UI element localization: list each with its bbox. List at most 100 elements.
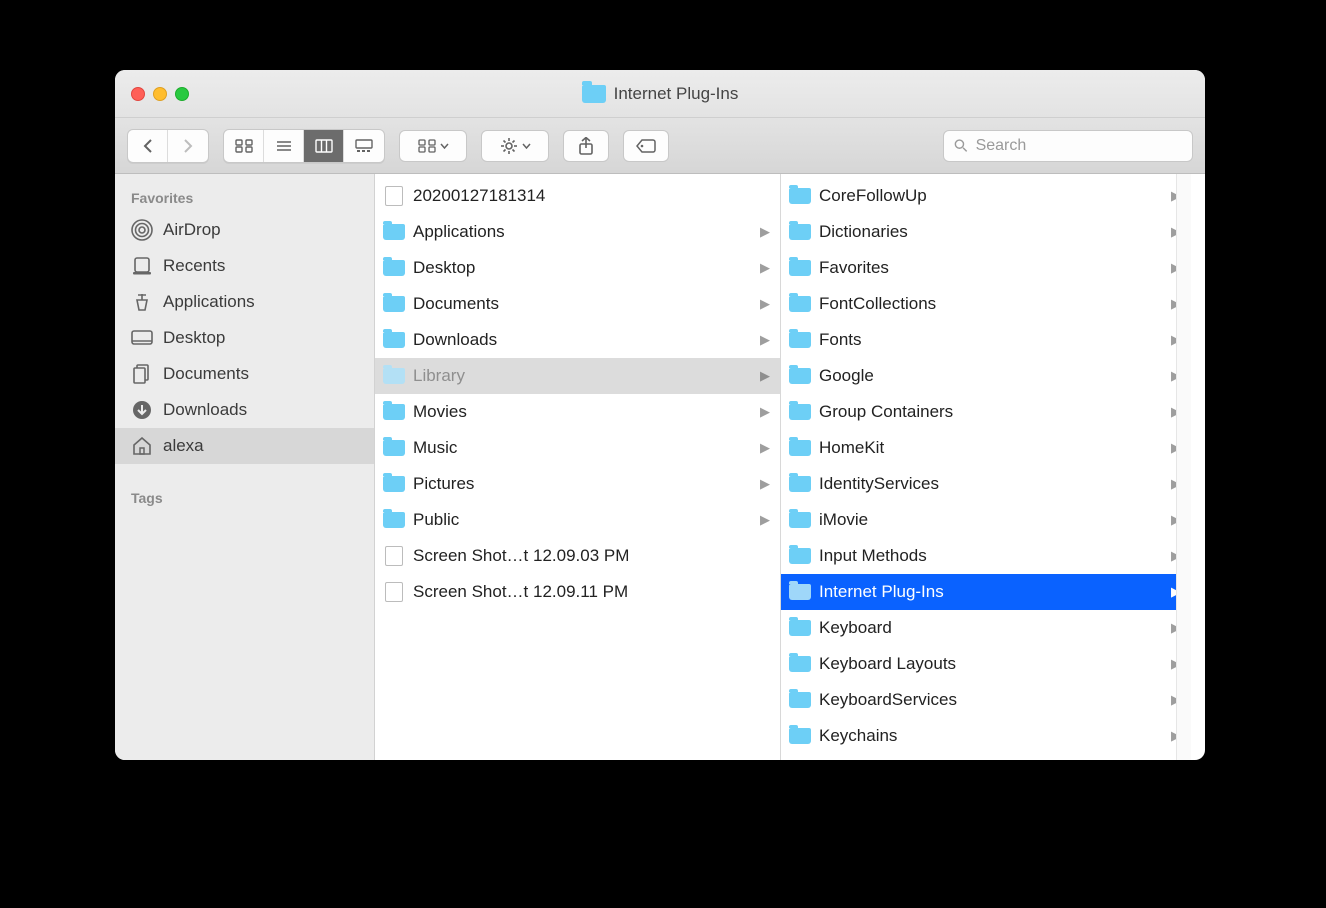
folder-icon: [383, 403, 405, 421]
search-box[interactable]: [943, 130, 1193, 162]
chevron-right-icon: ▶: [760, 368, 770, 384]
row-label: HomeKit: [819, 438, 1163, 458]
column-row[interactable]: FontCollections▶: [781, 286, 1191, 322]
airdrop-icon: [131, 219, 153, 241]
row-label: FontCollections: [819, 294, 1163, 314]
row-label: Desktop: [413, 258, 752, 278]
chevron-right-icon: ▶: [760, 512, 770, 528]
folder-icon: [789, 439, 811, 457]
column-row[interactable]: Group Containers▶: [781, 394, 1191, 430]
tag-icon: [636, 139, 656, 153]
column-0[interactable]: 20200127181314Applications▶Desktop▶Docum…: [375, 174, 781, 760]
minimize-button[interactable]: [153, 87, 167, 101]
file-icon: [383, 187, 405, 205]
row-label: Documents: [413, 294, 752, 314]
folder-icon: [789, 511, 811, 529]
applications-icon: [131, 291, 153, 313]
tags-button[interactable]: [623, 130, 669, 162]
sidebar-item-desktop[interactable]: Desktop: [115, 320, 374, 356]
column-row[interactable]: Fonts▶: [781, 322, 1191, 358]
sidebar-item-applications[interactable]: Applications: [115, 284, 374, 320]
folder-icon: [789, 727, 811, 745]
forward-button[interactable]: [168, 130, 208, 162]
column-row[interactable]: 20200127181314: [375, 178, 780, 214]
view-column-button[interactable]: [304, 130, 344, 162]
column-row[interactable]: Desktop▶: [375, 250, 780, 286]
column-row[interactable]: Favorites▶: [781, 250, 1191, 286]
documents-icon: [131, 363, 153, 385]
row-label: Movies: [413, 402, 752, 422]
column-row[interactable]: IdentityServices▶: [781, 466, 1191, 502]
column-row[interactable]: CoreFollowUp▶: [781, 178, 1191, 214]
folder-icon: [789, 295, 811, 313]
window-title: Internet Plug-Ins: [614, 84, 739, 104]
column-1[interactable]: CoreFollowUp▶Dictionaries▶Favorites▶Font…: [781, 174, 1191, 760]
sidebar-heading-favorites: Favorites: [115, 182, 374, 212]
chevron-right-icon: ▶: [760, 440, 770, 456]
row-label: Keyboard Layouts: [819, 654, 1163, 674]
row-label: Keyboard: [819, 618, 1163, 638]
column-row[interactable]: Input Methods▶: [781, 538, 1191, 574]
sidebar-item-label: AirDrop: [163, 220, 221, 240]
window-body: Favorites AirDrop Recents Applications: [115, 174, 1205, 760]
traffic-lights: [131, 87, 189, 101]
row-label: Dictionaries: [819, 222, 1163, 242]
folder-icon: [383, 295, 405, 313]
search-input[interactable]: [976, 137, 1182, 155]
sidebar-item-recents[interactable]: Recents: [115, 248, 374, 284]
column-row[interactable]: KeyboardServices▶: [781, 682, 1191, 718]
column-row[interactable]: Screen Shot…t 12.09.11 PM: [375, 574, 780, 610]
column-row[interactable]: Downloads▶: [375, 322, 780, 358]
share-icon: [578, 137, 594, 155]
fullscreen-button[interactable]: [175, 87, 189, 101]
sidebar-item-downloads[interactable]: Downloads: [115, 392, 374, 428]
row-label: Applications: [413, 222, 752, 242]
view-icon-button[interactable]: [224, 130, 264, 162]
column-row[interactable]: Internet Plug-Ins▶: [781, 574, 1191, 610]
folder-icon: [789, 187, 811, 205]
folder-icon: [383, 367, 405, 385]
folder-icon: [789, 475, 811, 493]
row-label: Screen Shot…t 12.09.03 PM: [413, 546, 770, 566]
column-row[interactable]: Screen Shot…t 12.09.03 PM: [375, 538, 780, 574]
sidebar-item-documents[interactable]: Documents: [115, 356, 374, 392]
sidebar-item-label: Recents: [163, 256, 225, 276]
column-row[interactable]: HomeKit▶: [781, 430, 1191, 466]
column-row[interactable]: Library▶: [375, 358, 780, 394]
view-list-button[interactable]: [264, 130, 304, 162]
view-gallery-button[interactable]: [344, 130, 384, 162]
sidebar-item-home[interactable]: alexa: [115, 428, 374, 464]
row-label: Screen Shot…t 12.09.11 PM: [413, 582, 770, 602]
folder-icon: [383, 475, 405, 493]
column-row[interactable]: Pictures▶: [375, 466, 780, 502]
row-label: Pictures: [413, 474, 752, 494]
column-row[interactable]: Google▶: [781, 358, 1191, 394]
sidebar-item-label: Desktop: [163, 328, 225, 348]
sidebar-item-label: Applications: [163, 292, 255, 312]
column-row[interactable]: Documents ▶: [375, 286, 780, 322]
column-row[interactable]: Public ▶: [375, 502, 780, 538]
column-row[interactable]: Keychains▶: [781, 718, 1191, 754]
sidebar-item-airdrop[interactable]: AirDrop: [115, 212, 374, 248]
folder-icon: [383, 223, 405, 241]
group-by-button[interactable]: [399, 130, 467, 162]
share-button[interactable]: [563, 130, 609, 162]
scrollbar[interactable]: [1176, 174, 1191, 760]
column-row[interactable]: Keyboard Layouts▶: [781, 646, 1191, 682]
chevron-right-icon: ▶: [760, 332, 770, 348]
back-button[interactable]: [128, 130, 168, 162]
row-label: Keychains: [819, 726, 1163, 746]
column-row[interactable]: Music▶: [375, 430, 780, 466]
column-row[interactable]: Keyboard▶: [781, 610, 1191, 646]
folder-icon: [383, 439, 405, 457]
column-row[interactable]: Dictionaries▶: [781, 214, 1191, 250]
folder-icon: [789, 619, 811, 637]
view-switcher: [223, 129, 385, 163]
chevron-right-icon: ▶: [760, 296, 770, 312]
close-button[interactable]: [131, 87, 145, 101]
column-row[interactable]: Movies▶: [375, 394, 780, 430]
action-menu-button[interactable]: [481, 130, 549, 162]
row-label: Public: [413, 510, 752, 530]
column-row[interactable]: Applications▶: [375, 214, 780, 250]
column-row[interactable]: iMovie▶: [781, 502, 1191, 538]
